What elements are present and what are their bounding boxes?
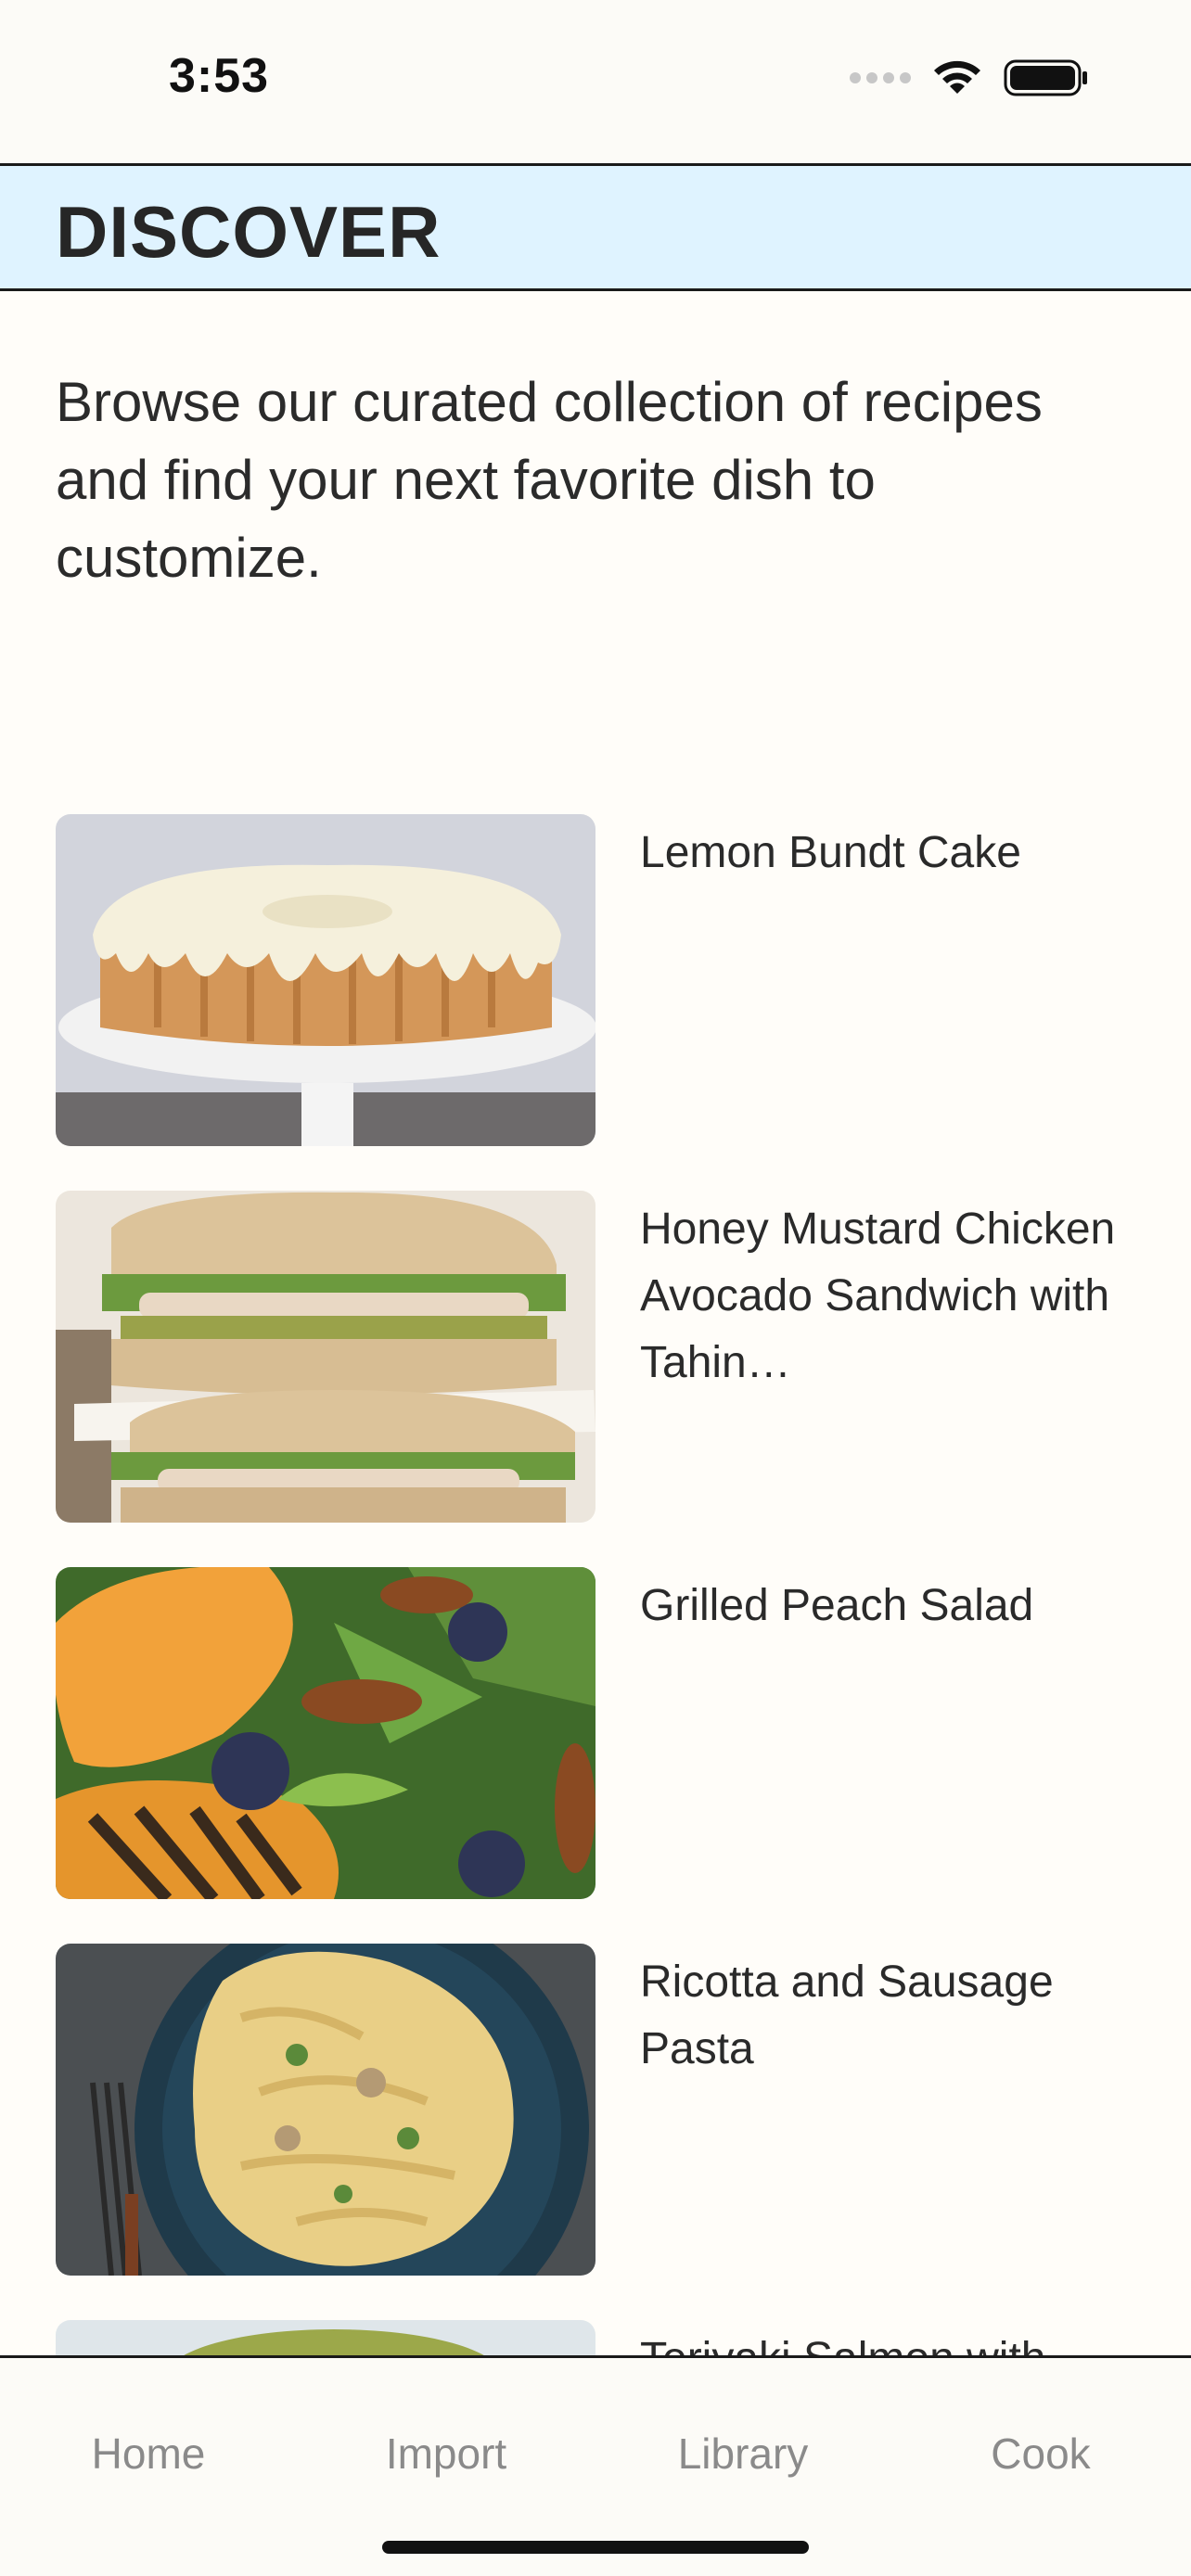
page-title: DISCOVER <box>56 191 442 273</box>
recipe-image-chicken-sandwich[interactable] <box>56 1191 596 1523</box>
recipe-item-grilled-peach-salad[interactable]: Grilled Peach Salad <box>56 1567 1150 1899</box>
recipe-image-grilled-peach-salad[interactable] <box>56 1567 596 1899</box>
status-bar: 3:53 <box>0 0 1191 163</box>
recipe-list[interactable]: Lemon Bundt Cake Honey Mustard Chicken A… <box>0 814 1191 2355</box>
intro-text: Browse our curated collection of recipes… <box>56 371 1043 589</box>
recipe-item-lemon-bundt-cake[interactable]: Lemon Bundt Cake <box>56 814 1150 1146</box>
recipe-image-lemon-bundt-cake[interactable] <box>56 814 596 1146</box>
tab-home[interactable]: Home <box>28 2429 269 2479</box>
recipe-title[interactable]: Teriyaki Salmon with <box>640 2326 1141 2355</box>
recipe-item-chicken-sandwich[interactable]: Honey Mustard Chicken Avocado Sandwich w… <box>56 1191 1150 1523</box>
home-indicator[interactable] <box>382 2541 809 2554</box>
recipe-item-sausage-pasta[interactable]: Ricotta and Sausage Pasta <box>56 1944 1150 2276</box>
status-icons <box>850 57 1089 98</box>
recipe-image-sausage-pasta[interactable] <box>56 1944 596 2276</box>
wifi-icon <box>934 60 980 94</box>
recipe-title[interactable]: Lemon Bundt Cake <box>640 820 1141 886</box>
tab-import[interactable]: Import <box>326 2429 567 2479</box>
cellular-signal-icon <box>850 72 911 83</box>
recipe-title[interactable]: Ricotta and Sausage Pasta <box>640 1949 1141 2083</box>
tab-library[interactable]: Library <box>622 2429 864 2479</box>
battery-icon <box>1004 59 1087 96</box>
page-header: DISCOVER <box>0 163 1191 291</box>
status-time: 3:53 <box>169 49 270 103</box>
recipe-title[interactable]: Honey Mustard Chicken Avocado Sandwich w… <box>640 1196 1141 1396</box>
tab-cook[interactable]: Cook <box>920 2429 1161 2479</box>
recipe-title[interactable]: Grilled Peach Salad <box>640 1573 1141 1639</box>
recipe-item-teriyaki-salmon[interactable]: Teriyaki Salmon with <box>56 2320 1150 2355</box>
recipe-image-teriyaki-salmon[interactable] <box>56 2320 596 2355</box>
